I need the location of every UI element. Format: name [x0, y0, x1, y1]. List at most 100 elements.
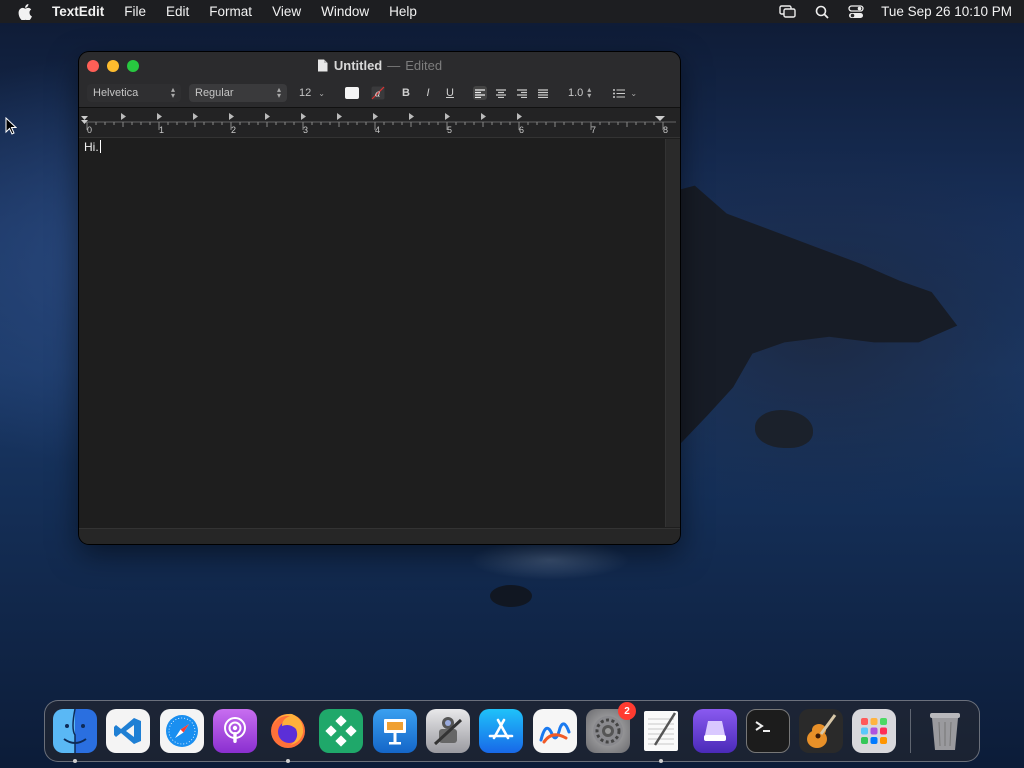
terminal-icon [755, 721, 770, 732]
garageband-icon [807, 714, 837, 748]
tab-stop-marker [121, 113, 126, 120]
dock-safari[interactable] [159, 709, 204, 753]
font-style-value: Regular [195, 87, 234, 99]
dock-finder[interactable] [53, 709, 97, 763]
dock-app-store[interactable] [479, 709, 524, 753]
align-left-icon[interactable] [473, 86, 487, 100]
document-text-content: Hi. [84, 140, 99, 154]
menu-format[interactable]: Format [209, 4, 252, 19]
ruler-number: 7 [591, 125, 597, 135]
underline-button[interactable]: U [445, 87, 455, 99]
italic-button[interactable]: I [423, 87, 433, 99]
running-indicator [73, 759, 77, 763]
settings-icon [592, 716, 623, 746]
dock-terminal[interactable] [745, 709, 790, 753]
menu-window[interactable]: Window [321, 4, 369, 19]
dock: 2 [44, 700, 980, 763]
line-spacing-popup[interactable]: 1.0 ▴ ▾ [568, 86, 591, 100]
textedit-window: Untitled — Edited Helvetica ▴ ▾ Regular ▴… [79, 52, 680, 544]
dock-podcasts[interactable] [212, 709, 257, 753]
ruler-number: 3 [303, 125, 309, 135]
list-style-popup[interactable]: ⌄ [613, 88, 638, 98]
dock-vscode[interactable] [106, 709, 151, 753]
tab-stop-marker [265, 113, 270, 120]
search-icon[interactable] [813, 4, 831, 20]
automator-icon [434, 717, 463, 746]
control-center-icon[interactable] [847, 4, 865, 20]
ruler[interactable]: 0 1 2 3 4 5 6 7 8 [79, 108, 680, 138]
screen-mirroring-icon[interactable] [779, 4, 797, 20]
edited-status[interactable]: Edited [405, 58, 442, 73]
document-text-area[interactable]: Hi. [79, 139, 665, 527]
menu-edit[interactable]: Edit [166, 4, 189, 19]
title-bar[interactable]: Untitled — Edited Helvetica ▴ ▾ Regular ▴… [79, 52, 680, 108]
vscode-icon [114, 718, 142, 744]
bold-button[interactable]: B [401, 87, 411, 99]
tab-stop-marker [229, 113, 234, 120]
tab-stop-marker [409, 113, 414, 120]
dock-configurator[interactable] [692, 709, 737, 753]
font-family-popup[interactable]: Helvetica ▴ ▾ [87, 84, 181, 102]
apple-logo-icon[interactable] [18, 3, 34, 20]
horizontal-scrollbar[interactable] [79, 528, 680, 544]
dock-freeform[interactable] [532, 709, 577, 753]
dock-diamond-app[interactable] [319, 709, 364, 753]
launchpad-icon [861, 718, 888, 744]
menu-bar: TextEdit File Edit Format View Window He… [0, 0, 1024, 23]
mouse-pointer-icon [5, 117, 17, 135]
document-icon[interactable] [317, 59, 328, 72]
font-size-combo[interactable]: 12 ⌄ [293, 84, 331, 102]
ruler-number: 5 [447, 125, 453, 135]
menu-help[interactable]: Help [389, 4, 417, 19]
format-toolbar: Helvetica ▴ ▾ Regular ▴ ▾ 12 ⌄ a B I U 1… [87, 83, 672, 103]
ruler-number: 2 [231, 125, 237, 135]
chevron-down-icon: ⌄ [630, 88, 638, 98]
text-color-well[interactable] [345, 87, 359, 99]
dock-automator[interactable] [426, 709, 471, 753]
ruler-number: 8 [663, 125, 669, 135]
wallpaper-rock [755, 410, 813, 448]
menu-clock[interactable]: Tue Sep 26 10:10 PM [881, 4, 1012, 19]
vertical-scrollbar[interactable] [665, 139, 680, 527]
wallpaper-island [650, 185, 958, 460]
document-text[interactable]: Hi. [84, 140, 101, 154]
window-title: Untitled — Edited [79, 58, 680, 73]
diamond-app-icon [325, 715, 358, 747]
font-style-popup[interactable]: Regular ▴ ▾ [189, 84, 287, 102]
menu-view[interactable]: View [272, 4, 301, 19]
dock-system-settings[interactable]: 2 [585, 702, 636, 753]
safari-icon [165, 715, 198, 747]
dock-textedit[interactable] [639, 709, 683, 763]
menu-file[interactable]: File [124, 4, 146, 19]
font-size-value: 12 [299, 87, 312, 99]
dock-keynote[interactable] [372, 709, 417, 753]
align-justify-icon[interactable] [536, 86, 550, 100]
notification-badge: 2 [617, 702, 636, 720]
finder-icon [63, 709, 87, 753]
trash-icon [929, 713, 960, 750]
menu-app-name[interactable]: TextEdit [52, 4, 104, 19]
dock-garageband[interactable] [799, 709, 844, 753]
align-right-icon[interactable] [515, 86, 529, 100]
line-spacing-value: 1.0 [568, 87, 584, 99]
dock-launchpad[interactable] [852, 709, 897, 753]
textedit-icon [644, 711, 679, 751]
keynote-icon [383, 719, 406, 745]
align-center-icon[interactable] [494, 86, 508, 100]
firefox-icon [271, 713, 306, 748]
text-caret [99, 140, 101, 153]
configurator-icon [703, 721, 726, 741]
running-indicator [659, 759, 664, 763]
tab-stop-marker [337, 113, 342, 120]
tab-stop-marker [517, 113, 522, 120]
document-title[interactable]: Untitled [334, 58, 382, 73]
ruler-number: 0 [87, 125, 93, 135]
dock-trash[interactable] [923, 709, 967, 753]
tab-stop-marker [301, 113, 306, 120]
updown-chevron-icon: ▴ ▾ [276, 85, 281, 100]
ruler-number: 1 [159, 125, 165, 135]
dock-firefox[interactable] [266, 709, 310, 763]
freeform-icon [539, 722, 571, 744]
highlight-color-icon[interactable]: a [371, 86, 385, 100]
highlight-label: a [375, 90, 380, 100]
